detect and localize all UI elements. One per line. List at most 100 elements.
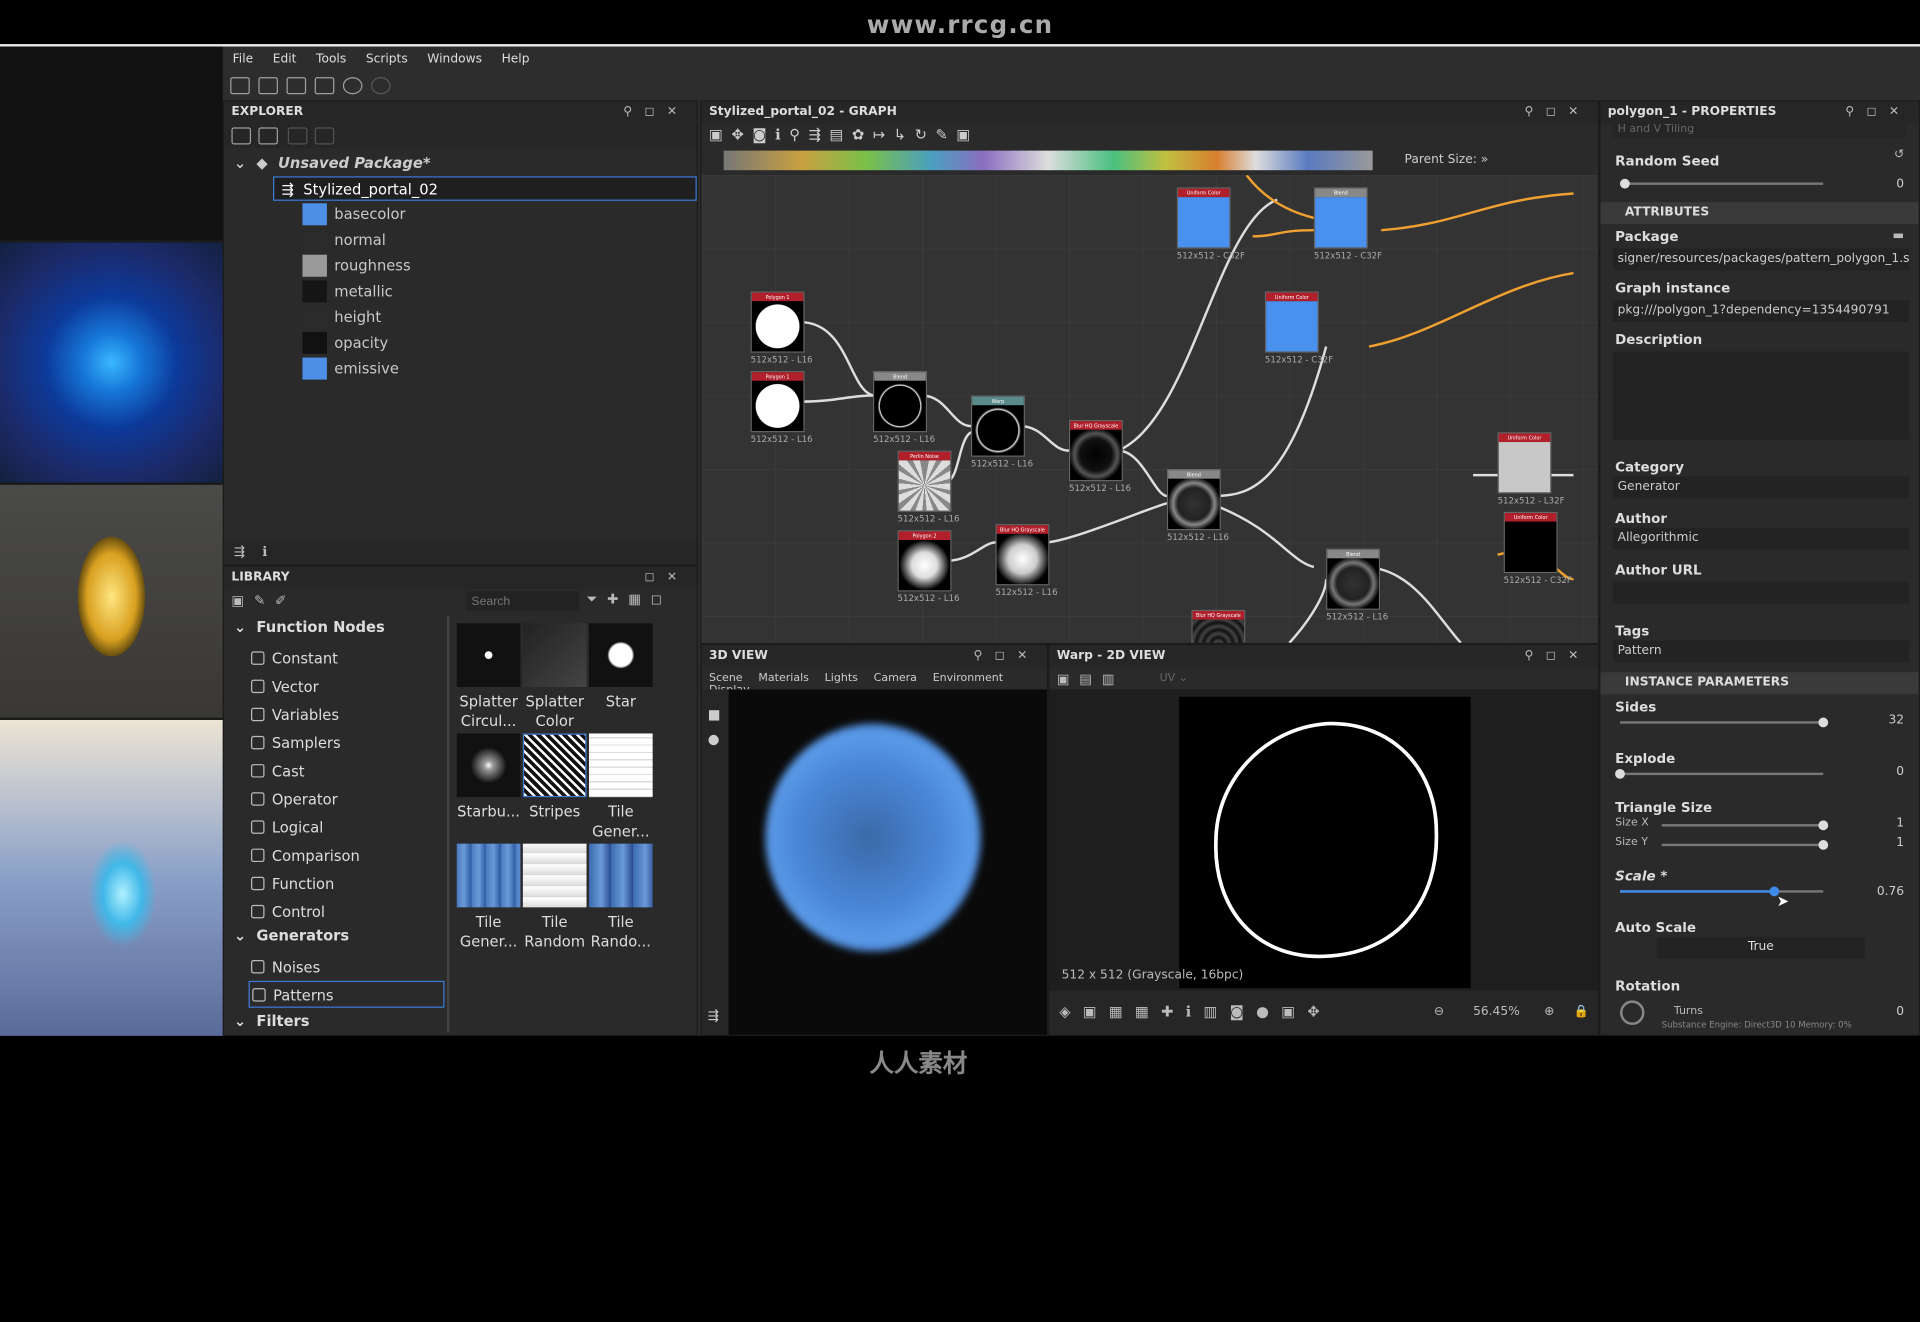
tab-materials[interactable]: Materials [758, 672, 809, 684]
graph-tools-icon[interactable]: ▣✥◙ℹ⚲⇶▤✿↦↳↻✎▣ [709, 126, 979, 143]
graph-node[interactable]: Blend [1326, 548, 1381, 610]
output-row[interactable]: metallic [302, 279, 669, 303]
pattern-tile[interactable] [456, 843, 521, 908]
graph-node[interactable]: Uniform Color [1264, 291, 1319, 353]
description-field[interactable] [1612, 351, 1909, 440]
output-row[interactable]: opacity [302, 331, 669, 355]
pattern-tile[interactable] [588, 623, 653, 687]
graph-node[interactable]: Uniform Color [1176, 187, 1231, 249]
menu-file[interactable]: File [233, 52, 253, 65]
graph-node[interactable]: Uniform Color [1503, 511, 1558, 574]
instance-parameters-section[interactable]: INSTANCE PARAMETERS [1600, 672, 1919, 695]
library-item[interactable]: Function [251, 871, 334, 898]
pattern-tile[interactable] [522, 733, 587, 798]
library-section-generators[interactable]: ⌄ Generators [234, 927, 349, 944]
library-item[interactable]: Comparison [251, 842, 360, 869]
library-item-patterns[interactable]: Patterns [248, 980, 445, 1008]
author-url-field[interactable] [1612, 581, 1909, 604]
menu-help[interactable]: Help [502, 52, 530, 65]
size-x-knob[interactable] [1818, 820, 1829, 831]
size-x-value[interactable]: 1 [1896, 817, 1904, 830]
output-row[interactable]: basecolor [302, 202, 669, 226]
publish-icon[interactable] [287, 127, 308, 145]
library-item[interactable]: Control [251, 899, 325, 926]
library-item[interactable]: Cast [251, 758, 305, 785]
turns-value[interactable]: 0 [1896, 1005, 1904, 1018]
size-y-knob[interactable] [1818, 840, 1829, 850]
graph-node[interactable]: Blur HQ Grayscale [1191, 609, 1246, 643]
pattern-tile[interactable] [588, 843, 653, 908]
uv-dropdown[interactable]: UV ⌄ [1160, 672, 1188, 684]
sides-slider[interactable] [1620, 717, 1829, 728]
size-y-slider[interactable] [1661, 840, 1829, 850]
zoom-out-icon[interactable]: ⊖ [1434, 1005, 1444, 1018]
redo-icon[interactable] [371, 77, 391, 95]
tab-lights[interactable]: Lights [825, 672, 858, 684]
output-row[interactable]: normal [302, 228, 669, 252]
scale-slider[interactable] [1620, 886, 1824, 897]
library-item[interactable]: Logical [251, 814, 323, 841]
graph-canvas[interactable]: Polygon 1 512x512 - L16 Polygon 1 512x512 -… [701, 175, 1598, 643]
library-item[interactable]: Variables [251, 702, 339, 729]
info-icon[interactable]: ℹ [262, 544, 267, 560]
package-row[interactable]: ⌄ ◆ Unsaved Package* [234, 151, 431, 175]
pattern-tile[interactable] [456, 623, 521, 687]
panel-controls-icon[interactable]: ⚲◻✕ [973, 649, 1039, 662]
pattern-tile[interactable] [588, 733, 653, 798]
pattern-tile[interactable] [522, 623, 587, 687]
graph-node[interactable]: Polygon 2 [897, 530, 952, 592]
random-seed-slider[interactable] [1620, 178, 1824, 189]
2d-viewport[interactable]: 512 x 512 (Grayscale, 16bpc) [1049, 689, 1598, 991]
output-row[interactable]: emissive [302, 356, 669, 380]
panel-controls-icon[interactable]: ◻✕ [644, 571, 689, 584]
menu-windows[interactable]: Windows [427, 52, 482, 65]
library-section-filters[interactable]: ⌄ Filters [234, 1013, 310, 1030]
library-item-noises[interactable]: Noises [251, 954, 320, 981]
new-graph-icon[interactable] [258, 127, 278, 145]
library-splitter[interactable] [446, 615, 450, 1033]
node-palette-icons[interactable] [723, 150, 1373, 171]
library-tools-icon[interactable]: ▣✎✐ [231, 593, 296, 609]
panel-controls-icon[interactable]: ⚲◻✕ [1524, 649, 1590, 662]
graph-node[interactable]: Blur HQ Grayscale [995, 524, 1050, 586]
size-y-value[interactable]: 1 [1896, 836, 1904, 849]
reset-icon[interactable]: ↺ [1894, 148, 1904, 161]
pattern-tile[interactable] [522, 843, 587, 908]
library-item[interactable]: Operator [251, 786, 338, 813]
panel-controls-icon[interactable]: ⚲◻✕ [623, 105, 689, 118]
undo-icon[interactable] [342, 77, 363, 95]
graph-node[interactable]: Blend [1166, 468, 1221, 531]
library-item[interactable]: Vector [251, 673, 319, 700]
panel-controls-icon[interactable]: ⚲◻✕ [1524, 105, 1590, 118]
graph-node[interactable]: Polygon 1 [750, 291, 805, 353]
library-search-input[interactable] [466, 591, 580, 612]
zoom-in-icon[interactable]: ⊕ [1544, 1005, 1554, 1018]
auto-scale-dropdown[interactable]: True [1656, 936, 1865, 959]
library-item[interactable]: Samplers [251, 730, 341, 757]
menu-tools[interactable]: Tools [316, 52, 346, 65]
size-x-slider[interactable] [1661, 820, 1829, 831]
random-seed-value[interactable]: 0 [1896, 178, 1904, 191]
menu-scripts[interactable]: Scripts [366, 52, 408, 65]
graph-row[interactable]: ⇶ Stylized_portal_02 [273, 176, 697, 201]
2d-view-tools-icon[interactable]: ▣▤▥ [1057, 671, 1125, 687]
light-icon[interactable]: ● [708, 731, 720, 747]
graph-node[interactable]: Perlin Noise [897, 450, 952, 512]
menu-edit[interactable]: Edit [273, 52, 297, 65]
tab-environment[interactable]: Environment [933, 672, 1003, 684]
explode-knob[interactable] [1615, 768, 1625, 779]
graph-node[interactable]: Uniform Color [1497, 432, 1552, 494]
tree-icon[interactable]: ⇶ [708, 1008, 719, 1024]
category-value[interactable]: Generator [1612, 476, 1909, 499]
random-seed-knob[interactable] [1620, 178, 1630, 189]
pattern-tile[interactable] [456, 733, 521, 798]
graph-node[interactable]: Blend [873, 371, 927, 433]
new-package-icon[interactable] [230, 77, 250, 95]
explode-slider[interactable] [1615, 768, 1824, 779]
parent-size-label[interactable]: Parent Size: » [1405, 153, 1489, 166]
sides-knob[interactable] [1818, 717, 1829, 728]
camera-icon[interactable]: ■ [708, 707, 721, 723]
tree-icon[interactable]: ⇶ [234, 544, 245, 560]
graph-node[interactable]: Blur HQ Grayscale [1068, 420, 1123, 482]
output-row[interactable]: roughness [302, 253, 669, 277]
